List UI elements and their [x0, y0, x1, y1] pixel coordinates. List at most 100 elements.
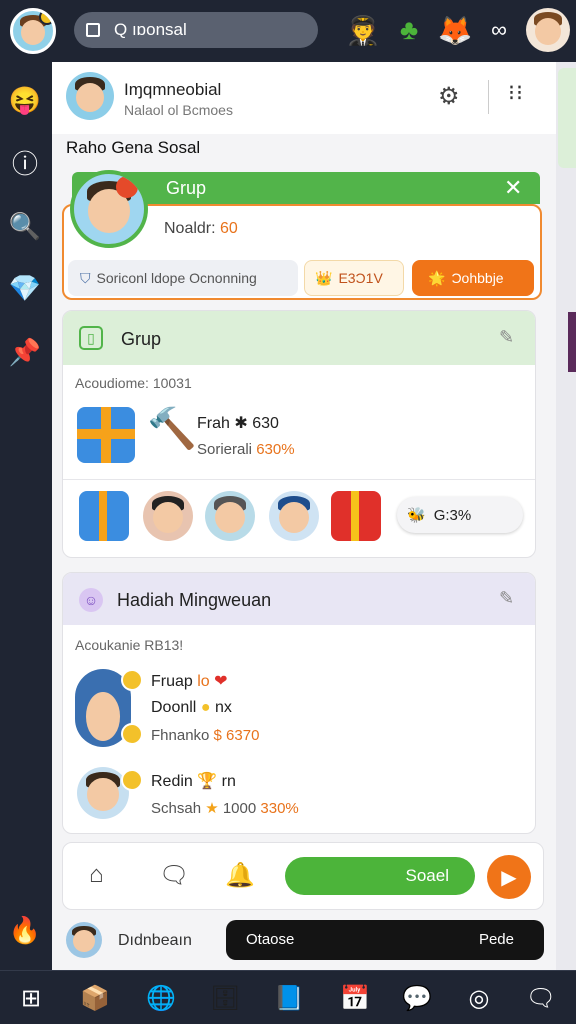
- entry1-line1: Fruap lo ❤: [151, 671, 228, 691]
- search-text: Q ıɒonsal: [114, 20, 187, 39]
- calendar-icon[interactable]: 📅: [338, 981, 372, 1015]
- entry2-tag: rn: [221, 773, 236, 790]
- message-bar-left: Otaose: [246, 931, 295, 948]
- chip-mid-label: E3Ɔ1V: [338, 270, 383, 286]
- grup-info-value: 60: [220, 220, 238, 237]
- entry2-line2: Schsah ★ 1000 330%: [151, 799, 299, 817]
- coin-icon: [121, 723, 143, 745]
- grup-panel-title: Grup: [121, 329, 162, 349]
- header-avatar[interactable]: [66, 72, 114, 120]
- entry1-line2: Doonll ● nx: [151, 699, 232, 717]
- action-bar: ⌂ 🗨 🔔 Soael ▶: [62, 842, 544, 910]
- home-icon[interactable]: ⌂: [89, 861, 104, 889]
- notification-icon[interactable]: 🗨: [524, 981, 558, 1015]
- send-button[interactable]: Soael: [285, 857, 475, 895]
- avatar[interactable]: [143, 491, 193, 541]
- search-input[interactable]: Q ıɒonsal: [74, 12, 318, 48]
- browser-icon[interactable]: 🌐: [144, 981, 178, 1015]
- user-avatar[interactable]: [66, 922, 102, 958]
- top-bar: Q ıɒonsal 🧑‍✈️ ♣ 🦊 ∞: [0, 0, 576, 62]
- left-rail: 😝 ⓘ 🔍 💎 📌 🔥: [0, 62, 52, 970]
- box-icon[interactable]: 📦: [78, 981, 112, 1015]
- grup-info-label: Noaldr:: [164, 220, 216, 237]
- grup-panel-line2: Sorierali 630%: [197, 441, 295, 458]
- more-icon[interactable]: ⁝⁝: [508, 80, 524, 106]
- clover-icon[interactable]: ♣: [390, 10, 428, 50]
- section-title: Raho Gena Sosal: [66, 138, 201, 157]
- gift-icon[interactable]: [79, 491, 129, 541]
- gift-icon[interactable]: [331, 491, 381, 541]
- link-icon[interactable]: ∞: [480, 10, 518, 50]
- divider: [488, 80, 489, 114]
- panel-header: Iɱqmneobial Nalaol ol Bcmoes ⚙ ⁝⁝: [52, 62, 556, 134]
- right-edge-panel: [556, 62, 576, 970]
- fire-icon[interactable]: 🔥: [9, 914, 41, 946]
- target-icon[interactable]: ◎: [462, 981, 496, 1015]
- grup-avatar: [70, 170, 148, 248]
- grup-info: Noaldr: 60: [164, 220, 238, 238]
- notification-badge-icon: [39, 11, 53, 25]
- taskbar: ⊞ 📦 🌐 🗄 📘 📅 💬 ◎ 🗨: [0, 970, 576, 1024]
- search-key-icon[interactable]: 🔍: [9, 210, 41, 242]
- chip-left[interactable]: ⛉ Soriconl ldope Ocnonning: [68, 260, 298, 296]
- badge-icon: [116, 176, 138, 198]
- gem-icon[interactable]: 💎: [9, 272, 41, 304]
- gear-icon[interactable]: ⚙: [438, 82, 460, 111]
- entry1-name: Fruap: [151, 673, 193, 690]
- entry2-name: Redin: [151, 773, 193, 790]
- pin-icon[interactable]: ✎: [499, 588, 514, 609]
- chat-bubble-icon[interactable]: 💬: [400, 981, 434, 1015]
- stat-pill[interactable]: 🐝 G:3%: [397, 497, 523, 533]
- info-icon[interactable]: ⓘ: [9, 146, 41, 179]
- start-icon[interactable]: ⊞: [14, 981, 48, 1015]
- user-name: Dıdnbeaın: [118, 932, 192, 949]
- window-icon: [86, 23, 100, 37]
- divider: [63, 479, 535, 480]
- comment-icon[interactable]: 🗨: [159, 861, 189, 890]
- play-arrow-icon[interactable]: ▶: [487, 855, 531, 899]
- avatar[interactable]: [205, 491, 255, 541]
- close-icon[interactable]: ✕: [504, 175, 522, 201]
- header-subtitle: Nalaol ol Bcmoes: [124, 102, 233, 118]
- gift-icon[interactable]: [77, 407, 135, 463]
- avatar[interactable]: [269, 491, 319, 541]
- star-icon: ★: [205, 800, 219, 817]
- notes-icon[interactable]: 📘: [272, 981, 306, 1015]
- message-bar-right: Pede: [478, 931, 514, 948]
- smile-icon: ☺: [79, 588, 103, 612]
- chip-action-button[interactable]: 🌟 Ɔohbbje: [412, 260, 534, 296]
- main-panel: Iɱqmneobial Nalaol ol Bcmoes ⚙ ⁝⁝ Raho G…: [52, 62, 556, 970]
- crown-icon: 👑: [315, 269, 333, 286]
- coin-icon: [121, 669, 143, 691]
- entry2-line2-value: 1000: [222, 800, 257, 817]
- profile-avatar[interactable]: [10, 8, 56, 54]
- entry2-line1: Redin 🏆 rn: [151, 771, 236, 791]
- user-avatar-icon[interactable]: [526, 8, 570, 52]
- grup-card-title: Grup: [166, 178, 207, 198]
- weekly-card: ☺ Hadiah Mingweuan ✎ Acoukanie RB13! Fru…: [62, 572, 536, 834]
- emoji-icon[interactable]: 😝: [9, 84, 41, 116]
- line2-text: Sorierali: [197, 441, 253, 458]
- entry2-line2-pct: 330%: [260, 800, 299, 817]
- star-icon: 🌟: [428, 269, 446, 286]
- avatar-shield-icon[interactable]: 🧑‍✈️: [344, 10, 382, 50]
- chip-mid[interactable]: 👑 E3Ɔ1V: [304, 260, 404, 296]
- entry1-line2-text: Doonll: [151, 699, 197, 716]
- torch-icon: 🔨: [147, 407, 197, 451]
- fox-avatar-icon[interactable]: 🦊: [436, 10, 474, 50]
- pill-label: G:3%: [433, 506, 472, 524]
- entry1-line3: Fhnanko $ 6370: [151, 727, 259, 744]
- entry1-line3-text: Fhnanko: [151, 727, 210, 744]
- grup-panel-label: Acoudiome: 10031: [75, 375, 192, 391]
- pin-icon[interactable]: ✎: [499, 327, 514, 348]
- message-bar[interactable]: Otaose Pede: [226, 920, 544, 960]
- vault-icon[interactable]: 🗄: [208, 981, 242, 1015]
- chip-left-label: Soriconl ldope Ocnonning: [96, 270, 257, 286]
- heart-icon: ❤: [214, 673, 228, 690]
- entry1-line2-tag: nx: [214, 699, 232, 716]
- send-label: Soael: [405, 866, 449, 885]
- pin-icon[interactable]: 📌: [9, 336, 41, 368]
- bell-icon[interactable]: 🔔: [225, 861, 255, 890]
- coin-icon: [121, 769, 143, 791]
- chat-icon: ▯: [79, 326, 103, 350]
